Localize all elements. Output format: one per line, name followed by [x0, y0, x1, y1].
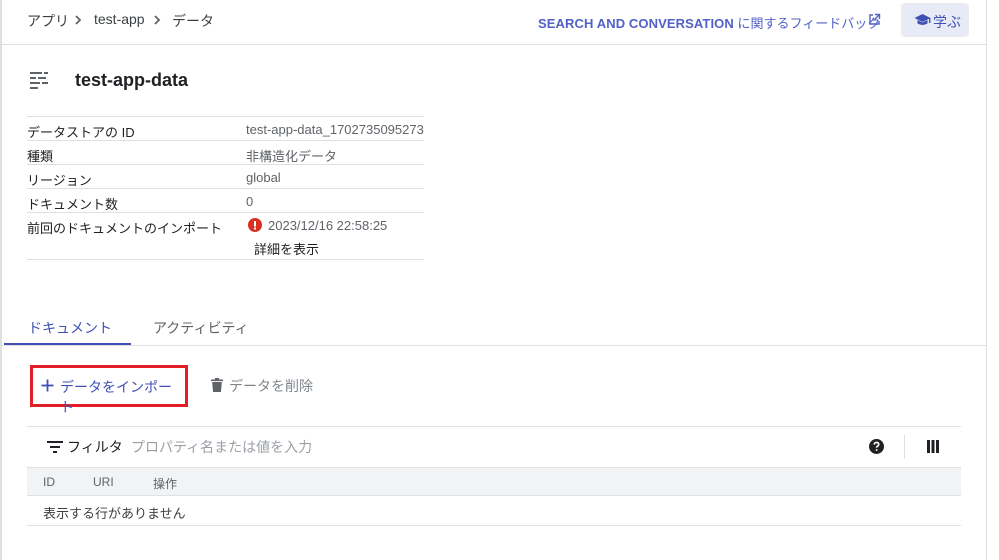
toolbar-divider [904, 435, 905, 459]
column-uri[interactable]: URI [93, 475, 114, 489]
last-import-date: 2023/12/16 22:58:25 [268, 218, 388, 233]
info-key: リージョン [27, 173, 92, 188]
info-key: 種類 [27, 149, 54, 164]
info-value: 非構造化データ [246, 149, 338, 164]
plus-icon [41, 379, 54, 392]
breadcrumb-data: データ [172, 13, 214, 29]
learn-button[interactable]: 学ぶ [901, 3, 969, 37]
info-row-doc-count: ドキュメント数 0 [27, 188, 424, 212]
right-border [986, 0, 987, 560]
tab-documents[interactable]: ドキュメント [28, 318, 112, 338]
documents-table: フィルタ プロパティ名または値を入力 ID URI 操作 表示する行がありません [27, 426, 961, 527]
learn-label: 学ぶ [933, 14, 961, 30]
feedback-link[interactable]: SEARCH AND CONVERSATION に関するフィードバック [538, 13, 880, 32]
tab-bar: ドキュメント アクティビティ [2, 306, 986, 346]
error-icon [248, 218, 262, 232]
left-border [0, 0, 2, 560]
table-header: ID URI 操作 [27, 467, 961, 496]
info-row-type: 種類 非構造化データ [27, 140, 424, 164]
feedback-product: SEARCH AND CONVERSATION [538, 16, 734, 31]
breadcrumb-apps[interactable]: アプリ [27, 11, 69, 31]
info-value: test-app-data_1702735095273 [246, 122, 424, 137]
info-key: データストアの ID [27, 125, 135, 140]
import-data-button[interactable]: データをインポート [30, 365, 188, 415]
feedback-text: に関するフィードバック [733, 16, 881, 31]
table-bottom-border [27, 525, 961, 526]
trash-icon [211, 378, 223, 392]
chevron-right-icon [75, 15, 82, 25]
school-icon [914, 14, 931, 25]
top-bar: アプリ test-app データ SEARCH AND CONVERSATION… [0, 0, 986, 45]
datastore-title: test-app-data [75, 70, 189, 90]
datastore-icon [30, 72, 48, 89]
columns-icon[interactable] [927, 440, 939, 453]
help-icon[interactable] [869, 439, 884, 454]
info-row-last-import: 前回のドキュメントのインポート 2023/12/16 22:58:25 詳細を表… [27, 212, 424, 260]
info-value: 0 [246, 194, 254, 209]
breadcrumb-app[interactable]: test-app [94, 11, 145, 27]
active-tab-indicator [4, 343, 131, 345]
info-row-region: リージョン global [27, 164, 424, 188]
filter-label: フィルタ [67, 439, 123, 455]
datastore-info-table: データストアの ID test-app-data_1702735095273 種… [27, 116, 424, 260]
import-data-label: データをインポート [60, 379, 172, 415]
info-key: 前回のドキュメントのインポート [27, 221, 223, 236]
chevron-right-icon [154, 15, 161, 25]
column-actions: 操作 [153, 477, 178, 491]
info-key: ドキュメント数 [27, 197, 119, 212]
empty-table-message: 表示する行がありません [43, 506, 186, 521]
info-value: global [246, 170, 281, 185]
column-id[interactable]: ID [43, 475, 55, 489]
filter-icon[interactable] [47, 441, 63, 453]
info-row-id: データストアの ID test-app-data_1702735095273 [27, 116, 424, 140]
filter-input[interactable]: プロパティ名または値を入力 [131, 437, 312, 457]
tab-activity[interactable]: アクティビティ [153, 318, 249, 338]
view-details-link[interactable]: 詳細を表示 [254, 239, 319, 258]
delete-data-label: データを削除 [229, 378, 313, 394]
external-link-icon [869, 13, 881, 25]
